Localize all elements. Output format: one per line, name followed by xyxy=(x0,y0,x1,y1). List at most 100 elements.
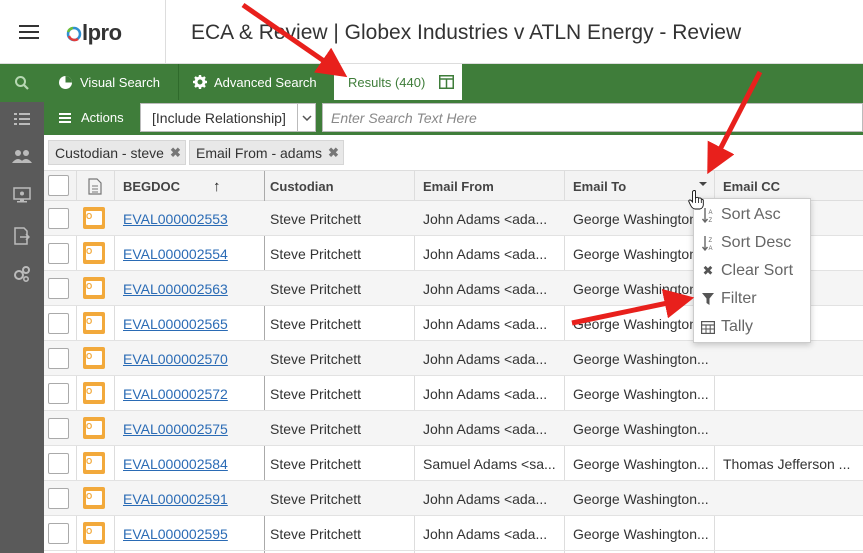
column-header-begdoc[interactable]: BEGDOC ↑ xyxy=(117,171,263,201)
close-icon[interactable]: ✖ xyxy=(328,145,339,161)
svg-text:Z: Z xyxy=(709,238,713,244)
begdoc-link[interactable]: EVAL000002565 xyxy=(123,316,228,332)
menu-item-sort-desc[interactable]: ZA Sort Desc xyxy=(694,229,812,257)
tab-advanced-search[interactable]: Advanced Search xyxy=(193,64,317,100)
chip-label: Custodian - steve xyxy=(55,144,164,161)
table-row[interactable]: O EVAL000002570 Steve Pritchett John Adams … xyxy=(44,341,863,376)
table-row[interactable]: O EVAL000002591 Steve Pritchett John Adams … xyxy=(44,481,863,516)
close-icon[interactable]: ✖ xyxy=(170,145,181,161)
sidebar-item-monitor[interactable] xyxy=(0,176,44,214)
chevron-down-icon[interactable] xyxy=(297,104,315,131)
row-checkbox[interactable] xyxy=(48,383,69,404)
begdoc-link[interactable]: EVAL000002595 xyxy=(123,526,228,542)
cell-email-from: John Adams <ada... xyxy=(423,490,548,507)
begdoc-link[interactable]: EVAL000002591 xyxy=(123,491,228,507)
menu-item-label: Sort Desc xyxy=(721,234,792,251)
table-row[interactable]: O EVAL000002584 Steve Pritchett Samuel Adam… xyxy=(44,446,863,481)
menu-item-clear-sort[interactable]: ✖ Clear Sort xyxy=(694,257,812,285)
cell-begdoc: EVAL000002565 xyxy=(117,306,263,341)
columns-icon[interactable] xyxy=(439,75,455,89)
gear-icon xyxy=(193,75,207,89)
table-row[interactable]: O EVAL000002575 Steve Pritchett John Adams … xyxy=(44,411,863,446)
menu-item-label: Sort Asc xyxy=(721,206,781,223)
begdoc-link[interactable]: EVAL000002563 xyxy=(123,281,228,297)
sidebar-item-search[interactable] xyxy=(0,64,44,102)
cell-email-to: George Washington... xyxy=(573,490,709,507)
outlook-email-icon: O xyxy=(83,487,105,509)
outlook-email-icon: O xyxy=(83,382,105,404)
begdoc-link[interactable]: EVAL000002572 xyxy=(123,386,228,402)
sidebar-item-list[interactable] xyxy=(0,100,44,138)
header-divider xyxy=(165,0,166,64)
filter-chip-custodian[interactable]: Custodian - steve ✖ xyxy=(48,140,186,165)
cell-email-from: John Adams <ada... xyxy=(423,385,548,402)
menu-item-sort-asc[interactable]: AZ Sort Asc xyxy=(694,201,812,229)
outlook-email-icon: O xyxy=(83,417,105,439)
cell-email-to: George Washington... xyxy=(573,525,709,542)
sidebar-item-settings[interactable] xyxy=(0,255,44,293)
column-header-custodian[interactable]: Custodian xyxy=(264,171,414,201)
begdoc-link[interactable]: EVAL000002584 xyxy=(123,456,228,472)
cell-email-from: Samuel Adams <sa... xyxy=(423,455,556,472)
relationship-select[interactable]: [Include Relationship] xyxy=(140,103,316,132)
column-header-email-from[interactable]: Email From xyxy=(417,171,567,201)
cell-custodian: Steve Pritchett xyxy=(270,420,362,437)
select-all-checkbox[interactable] xyxy=(48,175,69,196)
doc-type-header xyxy=(82,171,115,201)
row-checkbox[interactable] xyxy=(48,243,69,264)
logo-swirl-icon xyxy=(66,26,82,42)
cell-begdoc: EVAL000002595 xyxy=(117,516,263,551)
page-title: ECA & Review | Globex Industries v ATLN … xyxy=(191,21,742,44)
row-checkbox[interactable] xyxy=(48,278,69,299)
row-checkbox[interactable] xyxy=(48,453,69,474)
cell-custodian: Steve Pritchett xyxy=(270,280,362,297)
cell-email-cc: Thomas Jefferson ... xyxy=(723,455,851,472)
cell-email-cc xyxy=(717,376,863,411)
search-icon xyxy=(15,76,29,90)
sort-desc-icon: ZA xyxy=(701,235,715,251)
column-menu: AZ Sort Asc ZA Sort Desc ✖ Clear Sort Fi… xyxy=(693,198,811,343)
menu-item-filter[interactable]: Filter xyxy=(694,285,812,313)
cell-begdoc: EVAL000002575 xyxy=(117,411,263,446)
begdoc-link[interactable]: EVAL000002570 xyxy=(123,351,228,367)
cell-begdoc: EVAL000002570 xyxy=(117,341,263,376)
begdoc-link[interactable]: EVAL000002575 xyxy=(123,421,228,437)
row-checkbox[interactable] xyxy=(48,313,69,334)
menu-item-tally[interactable]: Tally xyxy=(694,313,812,341)
row-checkbox[interactable] xyxy=(48,208,69,229)
menu-item-label: Tally xyxy=(721,318,754,335)
cell-begdoc: EVAL000002563 xyxy=(117,271,263,306)
hamburger-menu-icon[interactable] xyxy=(19,25,39,41)
filter-chip-email-from[interactable]: Email From - adams ✖ xyxy=(189,140,344,165)
row-checkbox[interactable] xyxy=(48,488,69,509)
column-label: BEGDOC xyxy=(123,178,181,194)
app-header: lpro ECA & Review | Globex Industries v … xyxy=(0,0,863,64)
cell-email-cc xyxy=(717,341,863,376)
row-checkbox[interactable] xyxy=(48,348,69,369)
table-icon xyxy=(701,319,715,335)
begdoc-link[interactable]: EVAL000002554 xyxy=(123,246,228,262)
actions-button[interactable]: Actions xyxy=(44,100,134,135)
relationship-value: [Include Relationship] xyxy=(152,109,286,126)
outlook-email-icon: O xyxy=(83,522,105,544)
sidebar-item-export[interactable] xyxy=(0,217,44,255)
column-header-email-cc[interactable]: Email CC xyxy=(717,171,863,201)
cell-begdoc: EVAL000002553 xyxy=(117,201,263,236)
tab-bar: Visual Search Advanced Search Results (4… xyxy=(44,64,863,100)
people-icon xyxy=(12,150,32,163)
row-checkbox[interactable] xyxy=(48,418,69,439)
tab-results[interactable]: Results (440) xyxy=(334,64,462,100)
table-row[interactable]: O EVAL000002572 Steve Pritchett John Adams … xyxy=(44,376,863,411)
column-menu-trigger-icon[interactable] xyxy=(697,178,709,190)
begdoc-link[interactable]: EVAL000002553 xyxy=(123,211,228,227)
table-row[interactable]: O EVAL000002595 Steve Pritchett John Adams … xyxy=(44,516,863,551)
sidebar-item-people[interactable] xyxy=(0,137,44,175)
menu-item-label: Filter xyxy=(721,290,757,307)
logo-text: lpro xyxy=(82,20,122,45)
row-checkbox[interactable] xyxy=(48,523,69,544)
cell-custodian: Steve Pritchett xyxy=(270,525,362,542)
cell-custodian: Steve Pritchett xyxy=(270,455,362,472)
column-label: Custodian xyxy=(270,178,334,194)
tab-visual-search[interactable]: Visual Search xyxy=(58,64,160,100)
search-input[interactable] xyxy=(322,103,863,132)
